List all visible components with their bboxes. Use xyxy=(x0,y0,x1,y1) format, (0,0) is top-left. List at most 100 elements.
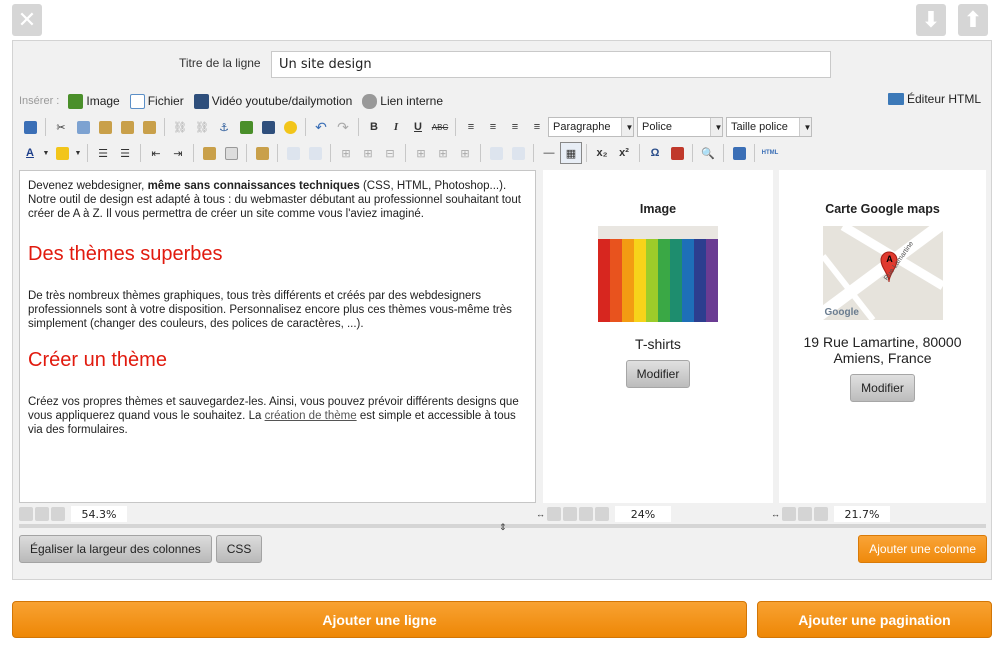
delete-column-icon[interactable] xyxy=(35,507,49,521)
cut-icon[interactable]: ✂ xyxy=(50,116,72,138)
table-cell-icon[interactable] xyxy=(485,142,507,164)
insert-internal-link[interactable]: Lien interne xyxy=(362,93,443,109)
close-x-icon[interactable]: ✕ xyxy=(12,4,42,36)
bullet-list-icon[interactable]: ☰ xyxy=(92,142,114,164)
move-right-icon[interactable] xyxy=(51,507,65,521)
text-column[interactable]: Devenez webdesigner, même sans connaissa… xyxy=(19,170,536,503)
horizontal-rule-icon[interactable]: — xyxy=(538,142,560,164)
google-logo: Google xyxy=(824,307,859,318)
page-break-icon[interactable] xyxy=(666,142,688,164)
edit-image-button[interactable]: Modifier xyxy=(625,360,691,388)
align-right-icon[interactable]: ≡ xyxy=(504,116,526,138)
table-icon[interactable]: ▦ xyxy=(560,142,582,164)
vertical-resize-icon[interactable]: ⇕ xyxy=(499,522,507,533)
editor-toolbar-2: A ▼ ▼ ☰ ☰ ⇤ ⇥ ⊞ ⊞ ⊟ ⊞ ⊞ ⊞ — ▦ x₂ x² Ω 🔍 … xyxy=(19,141,781,165)
insert-label: Insérer : xyxy=(19,95,60,107)
chevron-down-icon: ▼ xyxy=(799,118,811,136)
resize-handle-icon[interactable]: ↔ xyxy=(771,509,780,519)
link-icon xyxy=(362,93,378,109)
spellcheck-icon[interactable] xyxy=(19,116,41,138)
move-left-icon[interactable] xyxy=(814,507,828,521)
tshirts-image xyxy=(598,226,718,322)
paste-text-icon[interactable] xyxy=(116,116,138,138)
html-editor-link[interactable]: Éditeur HTML xyxy=(887,92,981,106)
equalize-columns-button[interactable]: Égaliser la largeur des colonnes xyxy=(19,535,212,563)
insert-media-icon[interactable] xyxy=(257,116,279,138)
table-col-after-icon[interactable]: ⊞ xyxy=(357,142,379,164)
arrow-down-icon[interactable]: ⬇ xyxy=(916,4,946,36)
link-icon[interactable]: ⛓ xyxy=(169,116,191,138)
search-icon[interactable]: 🔍 xyxy=(697,142,719,164)
text-color-icon[interactable]: A xyxy=(19,142,41,164)
intro-paragraph: Devenez webdesigner, même sans connaissa… xyxy=(28,180,521,220)
highlight-color-icon[interactable] xyxy=(51,142,73,164)
format-select[interactable]: Paragraphe ▼ xyxy=(548,117,634,137)
outdent-icon[interactable]: ⇤ xyxy=(145,142,167,164)
table-row-before-icon[interactable] xyxy=(282,142,304,164)
emoticon-icon[interactable] xyxy=(279,116,301,138)
table-row-after-icon[interactable] xyxy=(304,142,326,164)
image-icon xyxy=(68,93,84,109)
resize-handle-icon[interactable]: ↔ xyxy=(536,509,545,519)
chevron-down-icon[interactable]: ▼ xyxy=(41,142,51,164)
arrow-up-icon[interactable]: ⬆ xyxy=(958,4,988,36)
insert-file-link[interactable]: Fichier xyxy=(129,93,184,109)
align-left-icon[interactable]: ≡ xyxy=(460,116,482,138)
table-col-before-icon[interactable]: ⊞ xyxy=(335,142,357,164)
table-props-icon[interactable]: ⊞ xyxy=(454,142,476,164)
move-left-icon[interactable] xyxy=(579,507,593,521)
table-split-icon[interactable]: ⊞ xyxy=(410,142,432,164)
table-merge-icon[interactable]: ⊞ xyxy=(432,142,454,164)
paste-icon[interactable] xyxy=(94,116,116,138)
table-delete-col-icon[interactable]: ⊟ xyxy=(379,142,401,164)
undo-icon[interactable]: ↶ xyxy=(310,116,332,138)
align-justify-icon[interactable]: ≡ xyxy=(526,116,548,138)
create-theme-link[interactable]: création de thème xyxy=(265,410,357,422)
strikethrough-icon[interactable]: ABC xyxy=(429,116,451,138)
insert-bar: Insérer : Image Fichier Vidéo youtube/da… xyxy=(19,92,985,110)
align-center-icon[interactable]: ≡ xyxy=(482,116,504,138)
add-pagination-button[interactable]: Ajouter une pagination xyxy=(757,601,992,638)
html-source-icon[interactable]: HTML xyxy=(759,142,781,164)
font-size-select[interactable]: Taille police ▼ xyxy=(726,117,812,137)
move-right-icon[interactable] xyxy=(595,507,609,521)
font-select[interactable]: Police ▼ xyxy=(637,117,723,137)
add-column-button[interactable]: Ajouter une colonne xyxy=(858,535,987,563)
fullscreen-icon[interactable] xyxy=(728,142,750,164)
cleanup-icon[interactable] xyxy=(198,142,220,164)
insert-video-link[interactable]: Vidéo youtube/dailymotion xyxy=(193,93,352,109)
editor-toolbar-1: ✂ ⛓ ⛓ ⚓ ↶ ↷ B I U ABC ≡ ≡ ≡ ≡ Paragraphe… xyxy=(19,115,815,139)
edit-source-icon[interactable] xyxy=(251,142,273,164)
copy-icon[interactable] xyxy=(72,116,94,138)
table-row-icon[interactable] xyxy=(507,142,529,164)
redo-icon[interactable]: ↷ xyxy=(332,116,354,138)
special-char-icon[interactable]: Ω xyxy=(644,142,666,164)
indent-icon[interactable]: ⇥ xyxy=(167,142,189,164)
delete-column-icon[interactable] xyxy=(563,507,577,521)
reset-icon[interactable] xyxy=(547,507,561,521)
reset-icon[interactable] xyxy=(782,507,796,521)
insert-image-link[interactable]: Image xyxy=(68,93,120,109)
add-row-button[interactable]: Ajouter une ligne xyxy=(12,601,747,638)
top-bar: ✕ ⬇ ⬆ xyxy=(12,4,992,40)
reset-icon[interactable] xyxy=(19,507,33,521)
eraser-icon[interactable] xyxy=(220,142,242,164)
subscript-icon[interactable]: x₂ xyxy=(591,142,613,164)
delete-column-icon[interactable] xyxy=(798,507,812,521)
numbered-list-icon[interactable]: ☰ xyxy=(114,142,136,164)
insert-image-icon[interactable] xyxy=(235,116,257,138)
superscript-icon[interactable]: x² xyxy=(613,142,635,164)
anchor-icon[interactable]: ⚓ xyxy=(213,116,235,138)
chevron-down-icon[interactable]: ▼ xyxy=(73,142,83,164)
create-theme-paragraph: Créez vos propres thèmes et sauvegardez-… xyxy=(28,396,519,436)
column3-width: 21.7% xyxy=(834,506,890,522)
paste-word-icon[interactable] xyxy=(138,116,160,138)
bold-icon[interactable]: B xyxy=(363,116,385,138)
unlink-icon[interactable]: ⛓ xyxy=(191,116,213,138)
css-button[interactable]: CSS xyxy=(215,535,263,563)
map-block-title: Carte Google maps xyxy=(825,202,940,216)
italic-icon[interactable]: I xyxy=(385,116,407,138)
row-title-input[interactable]: Un site design xyxy=(271,51,831,78)
edit-map-button[interactable]: Modifier xyxy=(850,374,915,402)
underline-icon[interactable]: U xyxy=(407,116,429,138)
